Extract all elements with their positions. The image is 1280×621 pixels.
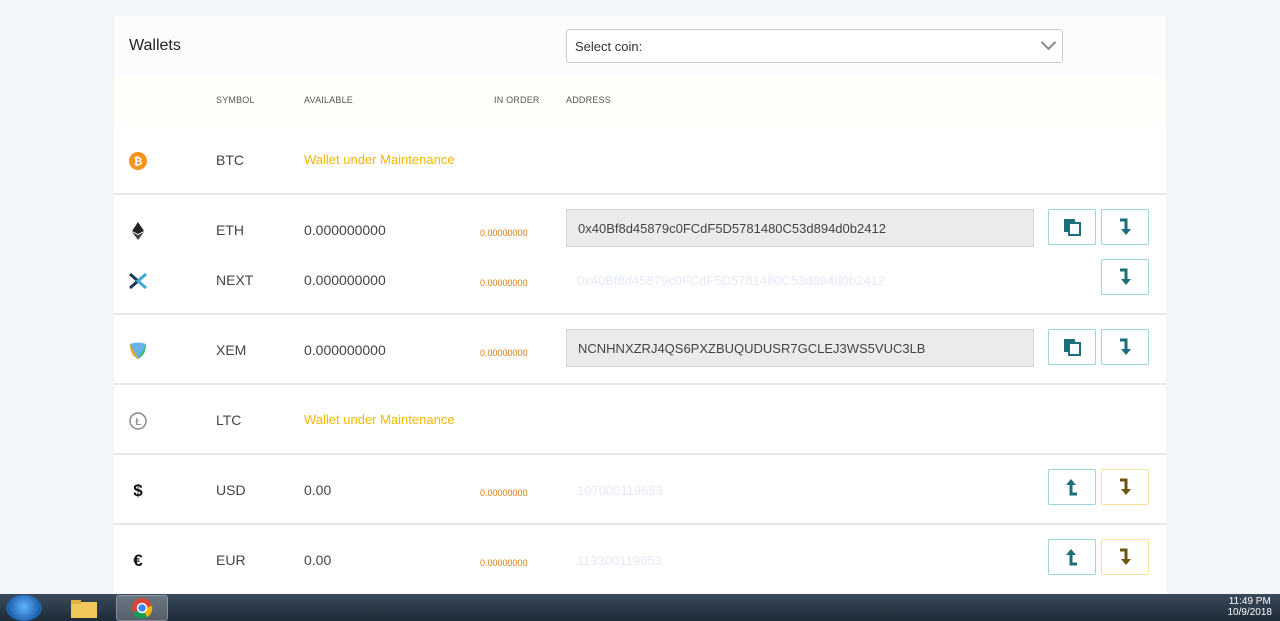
row-divider xyxy=(114,523,1166,525)
arrow-down-icon xyxy=(1120,338,1131,355)
arrow-down-icon xyxy=(1120,548,1131,565)
arrow-up-icon xyxy=(1066,479,1077,496)
copy-address-button[interactable] xyxy=(1048,329,1096,365)
address-field[interactable]: NCNHNXZRJ4QS6PXZBUQUDUSR7GCLEJ3WS5VUC3LB xyxy=(566,329,1034,367)
address-text: 0x40Bf8d45879c0FCdF5D5781480C53d894d0b24… xyxy=(577,273,885,288)
clock-date: 10/9/2018 xyxy=(1227,607,1273,618)
start-button[interactable] xyxy=(6,595,42,621)
folder-icon xyxy=(71,600,97,618)
arrow-down-icon xyxy=(1120,268,1131,285)
row-divider xyxy=(114,453,1166,455)
address-field[interactable]: 0x40Bf8d45879c0FCdF5D5781480C53d894d0b24… xyxy=(566,209,1034,247)
column-available: AVAILABLE xyxy=(304,95,353,105)
row-in-order: 0.00000000 xyxy=(480,558,528,568)
deposit-button[interactable] xyxy=(1101,469,1149,505)
withdraw-button[interactable] xyxy=(1048,539,1096,575)
ethereum-icon xyxy=(129,222,147,240)
table-header: SYMBOL AVAILABLE IN ORDER ADDRESS xyxy=(114,76,1166,124)
bitcoin-icon: ₿ xyxy=(129,152,147,170)
row-available: 0.00 xyxy=(304,482,332,498)
row-available: 0.00 xyxy=(304,552,332,568)
deposit-button[interactable] xyxy=(1101,539,1149,575)
svg-text:₿: ₿ xyxy=(134,155,143,168)
row-divider xyxy=(114,313,1166,315)
column-in-order: IN ORDER xyxy=(494,95,540,105)
row-symbol: USD xyxy=(216,482,246,498)
row-in-order: 0.00000000 xyxy=(480,348,528,358)
copy-icon xyxy=(1064,219,1081,236)
litecoin-icon: Ł xyxy=(129,412,147,430)
chrome-icon xyxy=(132,598,153,619)
row-available: 0.000000000 xyxy=(304,342,386,358)
address-text: 107000119653 xyxy=(577,483,663,498)
copy-address-button[interactable] xyxy=(1048,209,1096,245)
column-address: ADDRESS xyxy=(566,95,611,105)
taskbar: 11:49 PM 10/9/2018 xyxy=(0,594,1280,621)
deposit-button[interactable] xyxy=(1101,329,1149,365)
maintenance-status: Wallet under Maintenance xyxy=(304,412,455,427)
row-available: 0.000000000 xyxy=(304,272,386,288)
row-symbol: BTC xyxy=(216,152,244,168)
chevron-down-icon xyxy=(1040,34,1057,51)
row-symbol: EUR xyxy=(216,552,246,568)
column-symbol: SYMBOL xyxy=(216,95,255,105)
row-symbol: LTC xyxy=(216,412,242,428)
page-title: Wallets xyxy=(129,37,181,54)
deposit-button[interactable] xyxy=(1101,209,1149,245)
row-symbol: XEM xyxy=(216,342,247,358)
dollar-icon: $ xyxy=(133,481,143,500)
coin-select[interactable]: Select coin: xyxy=(566,29,1063,63)
clock-time: 11:49 PM xyxy=(1228,596,1271,607)
row-symbol: ETH xyxy=(216,222,244,238)
arrow-down-icon xyxy=(1120,218,1131,235)
arrow-down-icon xyxy=(1120,478,1131,495)
copy-icon xyxy=(1064,339,1081,356)
system-clock[interactable]: 11:49 PM 10/9/2018 xyxy=(1228,596,1273,618)
wallets-card: Wallets Select coin: SYMBOL AVAILABLE IN… xyxy=(114,16,1166,594)
row-symbol: NEXT xyxy=(216,272,254,288)
nem-icon xyxy=(129,342,147,360)
coin-select-label: Select coin: xyxy=(575,39,643,54)
next-icon xyxy=(129,272,147,290)
deposit-button[interactable] xyxy=(1101,259,1149,295)
file-explorer-taskbar-button[interactable] xyxy=(58,595,110,621)
row-available: 0.000000000 xyxy=(304,222,386,238)
withdraw-button[interactable] xyxy=(1048,469,1096,505)
svg-text:Ł: Ł xyxy=(134,417,141,428)
maintenance-status: Wallet under Maintenance xyxy=(304,152,455,167)
euro-icon: € xyxy=(133,551,143,570)
row-in-order: 0.00000000 xyxy=(480,278,528,288)
row-in-order: 0.00000000 xyxy=(480,228,528,238)
card-header: Wallets Select coin: xyxy=(114,16,1166,76)
row-divider xyxy=(114,193,1166,195)
row-in-order: 0.00000000 xyxy=(480,488,528,498)
arrow-up-icon xyxy=(1066,549,1077,566)
chrome-taskbar-button[interactable] xyxy=(116,595,168,621)
row-divider xyxy=(114,383,1166,385)
address-text: 113300119653 xyxy=(577,553,662,568)
